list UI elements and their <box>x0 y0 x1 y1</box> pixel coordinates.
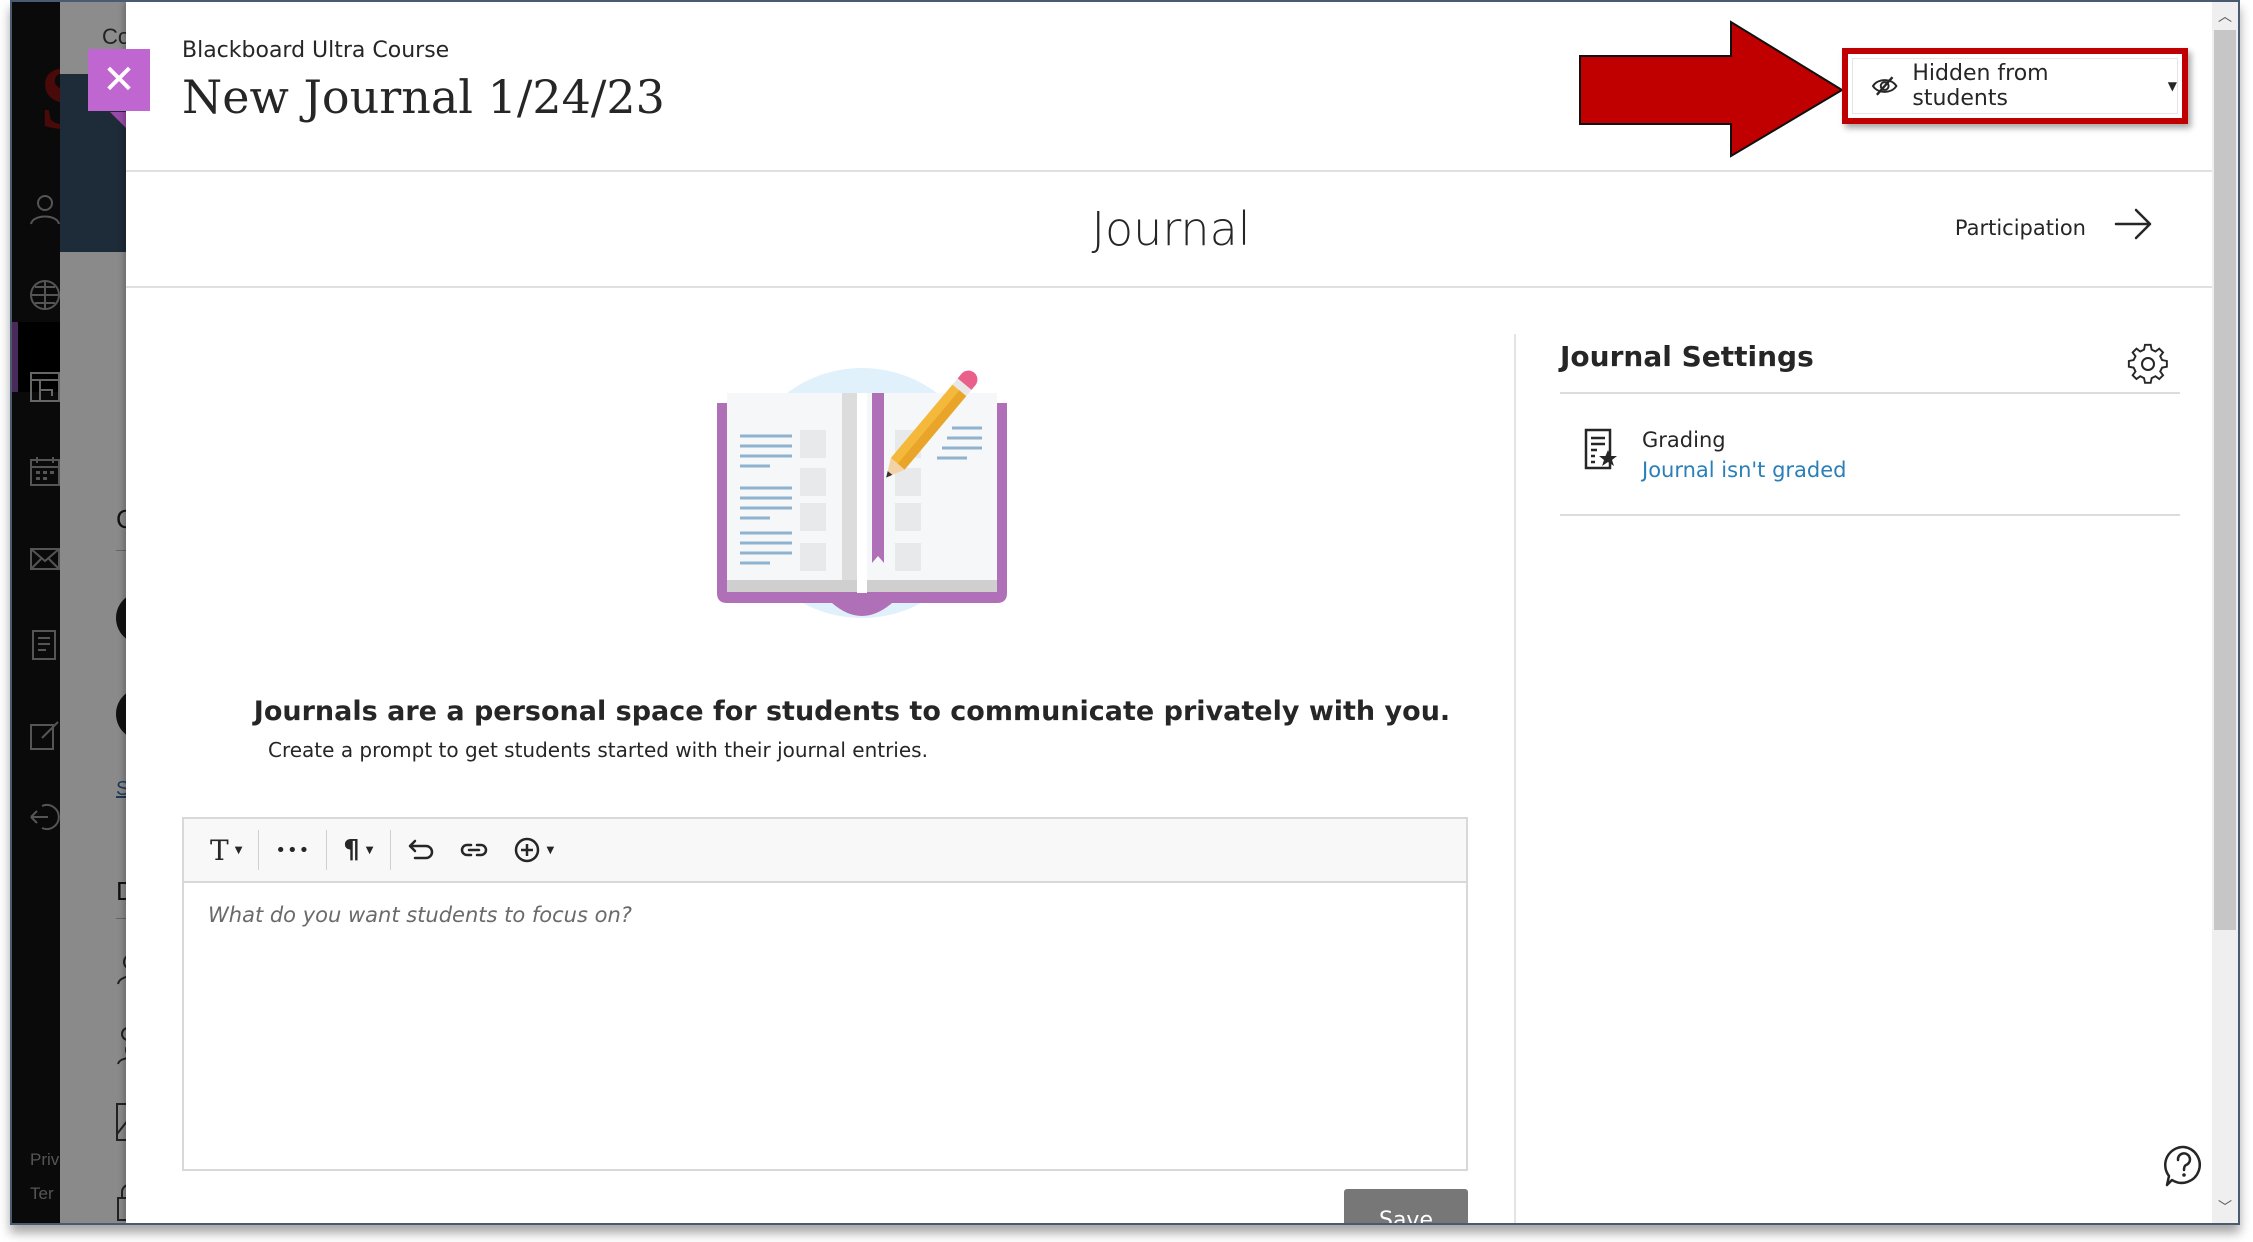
privacy-link-partial[interactable]: Priv <box>30 1150 59 1170</box>
column-divider <box>1514 334 1516 1223</box>
grading-settings-link[interactable]: Journal isn't graded <box>1642 458 1846 482</box>
arrow-right-icon[interactable] <box>2112 202 2156 246</box>
settings-title: Journal Settings <box>1560 340 1814 373</box>
undo-icon <box>408 839 433 860</box>
grades-icon[interactable] <box>28 628 62 662</box>
annotation-arrow-icon <box>1579 20 1844 158</box>
visibility-label: Hidden from students <box>1912 61 2049 111</box>
toolbar-divider <box>326 830 328 870</box>
link-icon <box>460 843 487 857</box>
annotation-highlight-box: Hidden from students ▼ <box>1842 48 2188 124</box>
paragraph-button[interactable]: ¶ ▼ <box>331 830 385 870</box>
scrollbar-thumb[interactable] <box>2214 30 2236 930</box>
grading-label: Grading <box>1642 428 1726 452</box>
chevron-down-icon: ▼ <box>365 844 374 856</box>
scroll-down-icon[interactable]: ﹀ <box>2212 1197 2238 1219</box>
help-icon[interactable] <box>2162 1144 2206 1188</box>
toolbar-divider <box>258 830 260 870</box>
participation-link[interactable]: Participation <box>1955 216 2086 240</box>
paragraph-icon: ¶ <box>343 835 360 865</box>
messages-icon[interactable] <box>28 542 62 576</box>
page-title[interactable]: New Journal 1/24/23 <box>182 70 665 124</box>
background-nav-rail: S Priv Ter <box>12 2 90 1223</box>
vertical-scrollbar[interactable]: ︿ ﹀ <box>2212 2 2238 1223</box>
intro-subtext: Create a prompt to get students started … <box>268 738 928 762</box>
plus-circle-icon <box>514 837 539 863</box>
section-title: Journal <box>1091 202 1251 256</box>
settings-divider <box>1560 392 2180 394</box>
chevron-down-icon: ▼ <box>234 844 243 856</box>
eye-slash-icon <box>1871 76 1898 96</box>
tools-icon[interactable] <box>28 718 62 752</box>
editor-toolbar: T ▼ ••• ¶ ▼ ▼ <box>184 819 1466 883</box>
profile-icon[interactable] <box>28 192 62 226</box>
intro-heading: Journals are a personal space for studen… <box>253 696 1451 727</box>
globe-icon[interactable] <box>28 278 62 312</box>
courses-icon[interactable] <box>28 370 62 404</box>
prompt-editor: T ▼ ••• ¶ ▼ ▼ What do you want students … <box>182 817 1468 1171</box>
insert-content-button[interactable]: ▼ <box>501 830 567 870</box>
text-style-button[interactable]: T ▼ <box>198 830 254 870</box>
ellipsis-icon: ••• <box>275 839 311 861</box>
toolbar-divider <box>389 830 391 870</box>
chevron-down-icon: ▼ <box>2167 79 2177 93</box>
insert-link-button[interactable] <box>447 830 501 870</box>
more-formatting-button[interactable]: ••• <box>263 830 322 870</box>
grading-icon <box>1584 428 1617 470</box>
close-button[interactable]: ✕ <box>88 49 150 111</box>
sign-out-icon[interactable] <box>28 800 62 834</box>
journal-modal-panel: Blackboard Ultra Course New Journal 1/24… <box>88 2 2216 1223</box>
journal-subheader: Journal Participation <box>126 172 2216 288</box>
course-name: Blackboard Ultra Course <box>182 38 450 63</box>
scroll-up-icon[interactable]: ︿ <box>2212 6 2238 28</box>
panel-header: Blackboard Ultra Course New Journal 1/24… <box>126 2 2216 172</box>
screenshot-frame: S Priv Ter Co C Sh D Blackboard Ultra Co… <box>10 0 2240 1225</box>
undo-button[interactable] <box>395 830 447 870</box>
terms-link-partial[interactable]: Ter <box>30 1184 54 1204</box>
gear-icon[interactable] <box>2126 342 2170 386</box>
prompt-input[interactable]: What do you want students to focus on? <box>184 883 1466 1163</box>
save-button[interactable]: Save <box>1344 1189 1468 1223</box>
journal-book-illustration <box>717 368 1007 618</box>
settings-divider <box>1560 514 2180 516</box>
text-style-icon: T <box>210 833 229 867</box>
chevron-down-icon: ▼ <box>546 844 555 856</box>
visibility-dropdown[interactable]: Hidden from students ▼ <box>1852 58 2178 114</box>
calendar-icon[interactable] <box>28 454 62 488</box>
journal-content-column: Journals are a personal space for studen… <box>182 288 1512 1223</box>
